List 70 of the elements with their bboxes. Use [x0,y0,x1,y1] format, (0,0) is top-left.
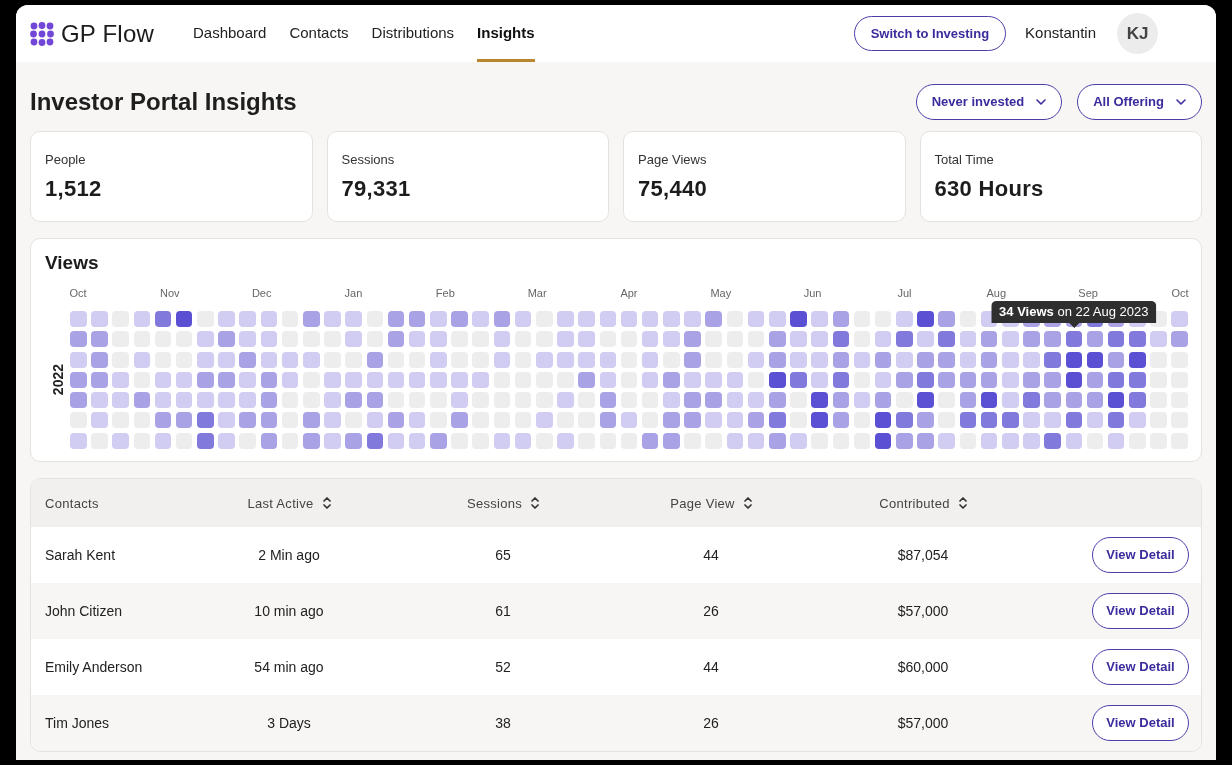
avatar[interactable]: KJ [1117,13,1158,54]
table-cell: 26 [703,715,719,731]
month-label: Aug [985,286,1008,300]
month-label: Apr [619,286,639,300]
month-label: Feb [434,286,456,300]
sort-icon[interactable] [743,496,752,510]
stat-value: 630 Hours [934,176,1044,202]
page-title: Investor Portal Insights [30,87,297,117]
nav-tab[interactable]: Contacts [289,5,349,62]
month-label: Oct [1170,286,1190,300]
month-label: Nov [159,286,181,300]
stat-label: Sessions [341,152,395,168]
table-cell: 44 [703,659,719,675]
table-cell: 65 [495,547,511,563]
sort-icon[interactable] [958,496,967,510]
month-label: Oct [68,286,88,300]
month-label: May [709,286,733,300]
view-detail-button[interactable]: View Detail [1092,649,1189,685]
table-cell: $87,054 [897,547,949,563]
column-header: Contacts [45,496,99,511]
stat-label: People [45,152,86,168]
brand-name: GP Flow [61,18,154,49]
stat-value: 1,512 [45,176,102,202]
column-header: Sessions [466,496,523,511]
table-cell: 61 [495,603,511,619]
view-detail-button[interactable]: View Detail [1092,537,1189,573]
table-cell: 38 [495,715,511,731]
stat-value: 79,331 [341,176,411,202]
nav-tab[interactable]: Insights [477,5,535,62]
table-cell: 3 Days [267,715,311,731]
table-cell: 54 min ago [254,659,324,675]
month-label: Jan [343,286,364,300]
month-label: Mar [526,286,548,300]
sort-icon[interactable] [322,496,331,510]
month-label: Jun [802,286,823,300]
stat-label: Page Views [638,152,707,168]
view-detail-button[interactable]: View Detail [1092,705,1189,741]
stat-value: 75,440 [638,176,708,202]
chevron-down-icon [1036,99,1047,105]
table-cell: $57,000 [897,603,949,619]
table-cell: Sarah Kent [45,547,116,563]
table-cell: 2 Min ago [258,547,320,563]
table-cell: Tim Jones [45,715,110,731]
chevron-down-icon [1176,99,1186,105]
column-header: Last Active [247,496,314,511]
month-label: Jul [896,286,913,300]
month-label: Sep [1077,286,1099,300]
switch-button[interactable]: Switch to Investing [853,16,1007,51]
table-cell: $60,000 [897,659,949,675]
table-cell: 52 [495,659,511,675]
table-cell: 10 min ago [254,603,324,619]
year-label: 2022 [50,364,65,396]
filter-dropdown[interactable]: All Offering [1077,84,1202,120]
table-cell: 26 [703,603,719,619]
card-title: Views [45,252,99,274]
nav-tab[interactable]: Distributions [371,5,455,62]
filter-dropdown[interactable]: Never invested [915,84,1063,120]
sort-icon[interactable] [531,496,540,510]
dot-grid-logo-icon [30,21,54,46]
stat-label: Total Time [934,152,994,168]
table-cell: $57,000 [897,715,949,731]
table-cell: 44 [703,547,719,563]
table-cell: Emily Anderson [45,659,143,675]
table-cell: John Citizen [45,603,123,619]
nav-tab[interactable]: Dashboard [193,5,267,62]
column-header: Contributed [879,496,950,511]
month-label: Dec [250,286,273,300]
view-detail-button[interactable]: View Detail [1092,593,1189,629]
user-name: Konstantin [1025,23,1096,44]
column-header: Page View [670,496,735,511]
